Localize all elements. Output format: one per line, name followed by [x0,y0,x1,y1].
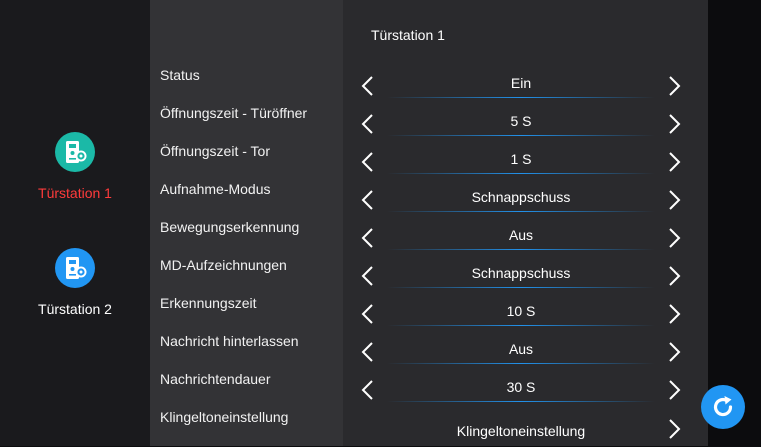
setting-value: Schnappschuss [471,189,571,205]
setting-label: Klingeltoneinstellung [160,409,289,425]
chevron-left-icon[interactable] [358,340,378,364]
setting-label: Bewegungserkennung [160,219,300,235]
value-underline [387,325,655,326]
device-item-tuerstation-2[interactable]: Türstation 2 [0,248,150,317]
value-underline [387,287,655,288]
chevron-left-icon[interactable] [358,74,378,98]
chevron-left-icon[interactable] [358,150,378,174]
chevron-left-icon[interactable] [358,226,378,250]
chevron-left-icon[interactable] [358,112,378,136]
chevron-left-icon[interactable] [358,302,378,326]
setting-row-bewegungserkennung: Bewegungserkennung Aus [150,219,708,257]
chevron-right-icon[interactable] [664,417,684,441]
chevron-left-icon[interactable] [358,188,378,212]
value-underline [387,211,655,212]
chevron-left-icon[interactable] [358,378,378,402]
setting-label: Aufnahme-Modus [160,181,271,197]
setting-row-status: Status Ein [150,67,708,105]
chevron-right-icon[interactable] [664,74,684,98]
setting-value[interactable]: Klingeltoneinstellung [387,423,655,439]
page-title: Türstation 1 [371,27,445,43]
setting-label: Erkennungszeit [160,295,257,311]
setting-row-nachricht-hinterlassen: Nachricht hinterlassen Aus [150,333,708,371]
setting-label: Status [160,67,200,83]
chevron-right-icon[interactable] [664,150,684,174]
chevron-right-icon[interactable] [664,340,684,364]
chevron-right-icon[interactable] [664,264,684,288]
doorbell-settings-icon [55,248,95,288]
setting-row-aufnahme-modus: Aufnahme-Modus Schnappschuss [150,181,708,219]
chevron-right-icon[interactable] [664,112,684,136]
setting-value: 5 S [510,113,532,129]
setting-value: 1 S [510,151,532,167]
setting-label: Nachricht hinterlassen [160,333,299,349]
device-sidebar [0,0,150,446]
setting-label: Nachrichtendauer [160,371,271,387]
device-name: Türstation 1 [38,185,112,201]
chevron-right-icon[interactable] [664,302,684,326]
value-underline [387,249,655,250]
setting-value: Aus [508,227,534,243]
refresh-icon [701,385,745,429]
chevron-left-icon[interactable] [358,264,378,288]
device-item-tuerstation-1[interactable]: Türstation 1 [0,132,150,201]
setting-row-oeffnungszeit-tor: Öffnungszeit - Tor 1 S [150,143,708,181]
chevron-right-icon[interactable] [664,378,684,402]
setting-value: Aus [508,341,534,357]
value-underline [387,363,655,364]
setting-label: Öffnungszeit - Tor [160,143,270,159]
setting-value: Ein [510,75,532,91]
setting-row-erkennungszeit: Erkennungszeit 10 S [150,295,708,333]
doorbell-settings-icon [55,132,95,172]
setting-label: MD-Aufzeichnungen [160,257,287,273]
refresh-button[interactable] [701,385,745,429]
value-underline [387,135,655,136]
setting-value: 30 S [506,379,536,395]
chevron-right-icon[interactable] [664,188,684,212]
chevron-right-icon[interactable] [664,226,684,250]
value-underline [387,401,655,402]
setting-value: 10 S [506,303,536,319]
setting-label: Öffnungszeit - Türöffner [160,105,308,121]
setting-row-nachrichtendauer: Nachrichtendauer 30 S [150,371,708,409]
device-name: Türstation 2 [38,301,112,317]
setting-row-md-aufzeichnungen: MD-Aufzeichnungen Schnappschuss [150,257,708,295]
setting-row-oeffnungszeit-tueroeffner: Öffnungszeit - Türöffner 5 S [150,105,708,143]
setting-value: Schnappschuss [471,265,571,281]
value-underline [387,97,655,98]
setting-row-klingeltoneinstellung: Klingeltoneinstellung Klingeltoneinstell… [150,409,708,447]
value-underline [387,173,655,174]
